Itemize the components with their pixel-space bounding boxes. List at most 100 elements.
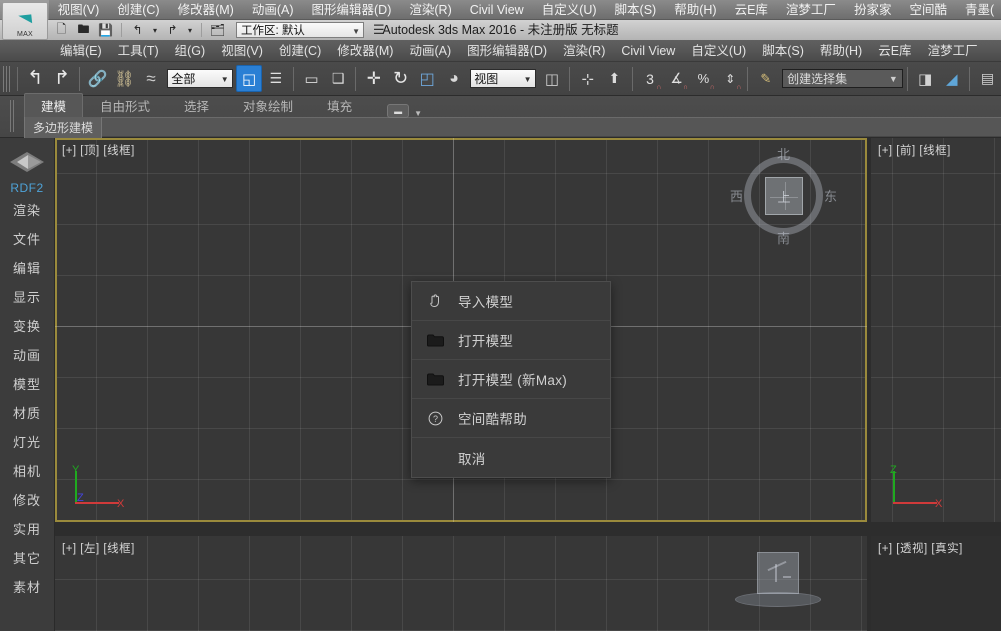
sidebar-item-0[interactable]: 渲染 <box>0 195 55 224</box>
os-menu-item-13[interactable]: 扮家家 <box>845 0 901 20</box>
os-menu-item-5[interactable]: 图形编辑器(D) <box>303 0 401 20</box>
select-and-move-button[interactable]: ✛ <box>360 65 387 92</box>
snaps-toggle-button[interactable]: 3∩ <box>637 65 664 92</box>
viewport-label-front[interactable]: [+] [前] [线框] <box>878 142 951 158</box>
viewport-label-perspective[interactable]: [+] [透视] [真实] <box>878 540 963 556</box>
unlink-selection-button[interactable]: ⛓ <box>111 65 138 92</box>
main-menu-item-8[interactable]: 渲染(R) <box>555 40 613 62</box>
ribbon-tab-1[interactable]: 自由形式 <box>83 93 167 118</box>
os-menu-item-3[interactable]: 修改器(M) <box>169 0 243 20</box>
viewport-perspective[interactable]: [+] [透视] [真实] <box>871 536 1001 631</box>
sidebar-item-1[interactable]: 文件 <box>0 224 55 253</box>
edit-named-selection-sets-button[interactable]: ✎ <box>752 65 779 92</box>
undo-icon[interactable]: ↰ <box>128 22 147 39</box>
main-menu-item-5[interactable]: 修改器(M) <box>329 40 401 62</box>
main-menu-item-11[interactable]: 脚本(S) <box>754 40 812 62</box>
schematic-view-button[interactable]: ▤ <box>974 65 1001 92</box>
main-menu-item-14[interactable]: 渲梦工厂 <box>920 40 986 62</box>
ribbon-overflow-dropdown[interactable]: ▬ <box>387 104 409 118</box>
sidebar-item-12[interactable]: 其它 <box>0 543 55 572</box>
ribbon-tab-3[interactable]: 对象绘制 <box>226 93 310 118</box>
viewcube-left[interactable] <box>735 552 821 608</box>
viewport-label-top[interactable]: [+] [顶] [线框] <box>62 142 135 158</box>
undo-dropdown-icon[interactable]: ▾ <box>150 22 160 39</box>
sidebar-item-13[interactable]: 素材 <box>0 572 55 601</box>
new-file-icon[interactable]: 🗋 <box>52 22 71 39</box>
select-and-scale-button[interactable]: ◰ <box>414 65 441 92</box>
os-menu-item-1[interactable]: 视图(V) <box>49 0 109 20</box>
use-center-flyout-button[interactable]: ◕ <box>441 65 468 92</box>
select-by-name-button[interactable]: ☰ <box>262 65 289 92</box>
main-menu-item-6[interactable]: 动画(A) <box>401 40 459 62</box>
main-menu-item-2[interactable]: 组(G) <box>167 40 214 62</box>
os-menu-item-4[interactable]: 动画(A) <box>243 0 303 20</box>
sidebar-item-6[interactable]: 模型 <box>0 369 55 398</box>
viewport-label-left[interactable]: [+] [左] [线框] <box>62 540 135 556</box>
layer-explorer-button[interactable]: ⬆ <box>601 65 628 92</box>
sidebar-item-9[interactable]: 相机 <box>0 456 55 485</box>
spinner-snap-toggle-button[interactable]: ⇕∩ <box>717 65 744 92</box>
main-menu-item-0[interactable]: 编辑(E) <box>52 40 110 62</box>
sidebar-item-3[interactable]: 显示 <box>0 282 55 311</box>
sidebar-item-5[interactable]: 动画 <box>0 340 55 369</box>
main-menu-item-1[interactable]: 工具(T) <box>110 40 167 62</box>
window-crossing-button[interactable]: ❑ <box>325 65 352 92</box>
context-menu-item-4[interactable]: 取消 <box>412 438 610 477</box>
os-menu-item-9[interactable]: 脚本(S) <box>606 0 666 20</box>
select-and-rotate-button[interactable]: ↻ <box>387 65 414 92</box>
main-menu-item-9[interactable]: Civil View <box>613 40 683 62</box>
workspace-menu-icon[interactable]: ☰ <box>373 22 385 38</box>
context-menu-item-0[interactable]: 导入模型 <box>412 282 610 321</box>
viewcube-cube-body[interactable] <box>757 552 799 594</box>
ribbon-tab-0[interactable]: 建模 <box>24 93 83 118</box>
os-menu-item-8[interactable]: 自定义(U) <box>533 0 606 20</box>
compass-west-label[interactable]: 西 <box>730 186 743 205</box>
mirror-panel-button[interactable]: ◨ <box>912 65 939 92</box>
compass-south-label[interactable]: 南 <box>736 228 831 247</box>
viewport-front[interactable]: X Z [+] [前] [线框] <box>871 138 1001 522</box>
main-menu-item-13[interactable]: 云E库 <box>870 40 919 62</box>
compass-east-label[interactable]: 东 <box>824 186 837 205</box>
curve-editor-button[interactable]: ◢ <box>938 65 965 92</box>
percent-snap-toggle-button[interactable]: %∩ <box>690 65 717 92</box>
redo-icon[interactable]: ↱ <box>163 22 182 39</box>
application-menu-button[interactable]: MAX <box>2 2 48 40</box>
sidebar-item-10[interactable]: 修改 <box>0 485 55 514</box>
sidebar-item-7[interactable]: 材质 <box>0 398 55 427</box>
mirror-button[interactable]: ◫ <box>539 65 566 92</box>
ribbon-tab-2[interactable]: 选择 <box>167 93 226 118</box>
redo-button[interactable]: ↱ <box>49 65 76 92</box>
select-object-button[interactable]: ◱ <box>236 65 263 92</box>
sidebar-item-2[interactable]: 编辑 <box>0 253 55 282</box>
workspace-combo[interactable]: 工作区: 默认▼ <box>236 22 364 38</box>
named-selection-set-combo[interactable]: 创建选择集 ▼ <box>782 69 903 88</box>
main-menu-item-12[interactable]: 帮助(H) <box>812 40 870 62</box>
os-menu-item-14[interactable]: 空间酷 <box>900 0 956 20</box>
toolbar-grip[interactable] <box>3 66 10 92</box>
compass-north-label[interactable]: 北 <box>736 144 831 163</box>
viewcube-top[interactable]: 上 北 南 西 东 <box>736 148 831 243</box>
ribbon-tab-4[interactable]: 填充 <box>310 93 369 118</box>
os-menu-item-7[interactable]: Civil View <box>461 0 533 20</box>
ribbon-grip[interactable] <box>10 100 16 132</box>
context-menu-item-3[interactable]: ?空间酷帮助 <box>412 399 610 438</box>
viewport-left[interactable]: [+] [左] [线框] <box>55 536 867 631</box>
viewcube-base-ring[interactable] <box>735 592 821 607</box>
reference-coordinate-combo[interactable]: 视图 ▼ <box>470 69 535 88</box>
rectangular-selection-region-button[interactable]: ▭ <box>298 65 325 92</box>
main-menu-item-3[interactable]: 视图(V) <box>213 40 271 62</box>
undo-button[interactable]: ↰ <box>22 65 49 92</box>
sidebar-item-4[interactable]: 变换 <box>0 311 55 340</box>
sidebar-item-11[interactable]: 实用 <box>0 514 55 543</box>
viewcube-cube[interactable]: 上 <box>765 177 803 215</box>
os-menu-item-10[interactable]: 帮助(H) <box>665 0 725 20</box>
main-menu-item-4[interactable]: 创建(C) <box>271 40 329 62</box>
align-button[interactable]: ⊹ <box>574 65 601 92</box>
select-and-link-button[interactable]: 🔗 <box>84 65 111 92</box>
ribbon-panel-title[interactable]: 多边形建模 <box>24 117 102 139</box>
sidebar-item-8[interactable]: 灯光 <box>0 427 55 456</box>
main-menu-item-7[interactable]: 图形编辑器(D) <box>459 40 555 62</box>
os-menu-item-2[interactable]: 创建(C) <box>108 0 168 20</box>
os-menu-item-15[interactable]: 青墨( <box>956 0 1001 20</box>
os-menu-item-12[interactable]: 渲梦工厂 <box>777 0 845 20</box>
